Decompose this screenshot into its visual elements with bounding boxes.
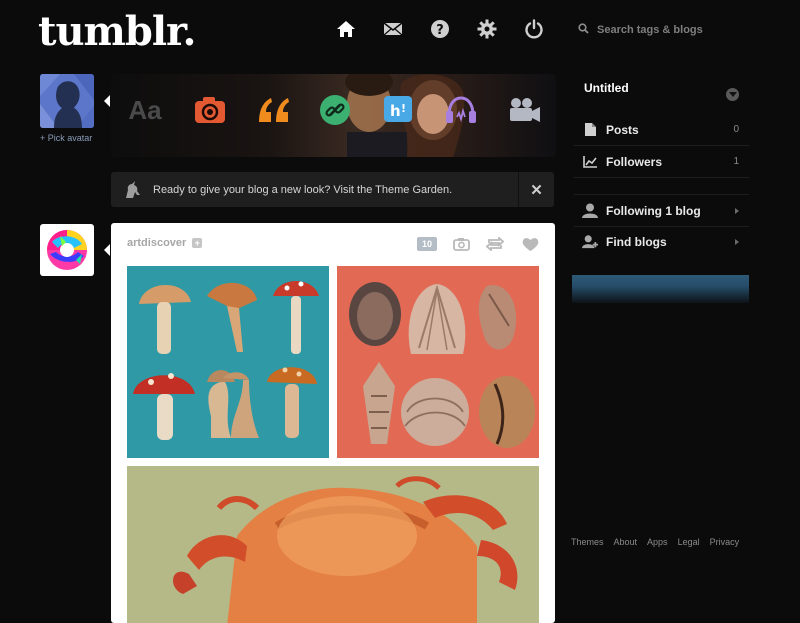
sidebar-item-following[interactable]: Following 1 blog (574, 194, 749, 227)
follow-button[interactable]: + (192, 238, 203, 248)
post-quote-button[interactable] (254, 90, 294, 130)
svg-text:?: ? (436, 23, 444, 38)
post-chat-button[interactable]: h! (378, 90, 418, 130)
chat-icon: h! (384, 96, 412, 122)
svg-text:h: h (390, 102, 401, 120)
footer-links: Themes About Apps Legal Privacy (571, 537, 749, 547)
followers-count: 1 (733, 156, 739, 167)
post-type-bar: Aa h! (111, 74, 556, 157)
video-camera-icon (510, 98, 540, 122)
search-input[interactable] (595, 23, 779, 37)
heart-icon[interactable] (521, 236, 539, 252)
post-photo-button[interactable] (190, 90, 230, 130)
notes-count[interactable]: 10 (417, 237, 437, 251)
post-pointer (104, 244, 110, 256)
sidebar-item-find-blogs[interactable]: Find blogs (574, 226, 749, 257)
document-icon (582, 123, 598, 136)
sidebar-item-label: Posts (606, 122, 639, 137)
photo-mushrooms[interactable] (127, 266, 329, 458)
sidebar-item-label: Find blogs (606, 234, 667, 249)
reblog-icon[interactable] (486, 236, 504, 252)
post-author-avatar[interactable] (40, 224, 94, 276)
link-icon (320, 95, 350, 125)
photo-crab[interactable] (127, 466, 539, 623)
mail-icon[interactable] (382, 18, 404, 40)
help-icon[interactable]: ? (429, 18, 451, 40)
sidebar-item-followers[interactable]: Followers 1 (574, 146, 749, 178)
footer-link-themes[interactable]: Themes (571, 537, 604, 547)
avatar-pointer (104, 95, 110, 107)
post-author-link[interactable]: artdiscover (127, 237, 186, 249)
footer-link-legal[interactable]: Legal (678, 537, 700, 547)
post-link-button[interactable] (315, 90, 355, 130)
sidebar-banner[interactable] (572, 275, 749, 303)
search-bar (578, 20, 788, 40)
footer-link-about[interactable]: About (614, 537, 638, 547)
chevron-down-icon[interactable] (726, 88, 739, 101)
quote-icon (259, 98, 289, 122)
power-icon[interactable] (523, 18, 545, 40)
unicorn-icon (123, 180, 143, 199)
chevron-right-icon (735, 238, 739, 245)
post-video-button[interactable] (504, 90, 544, 130)
svg-text:!: ! (401, 102, 406, 115)
blog-title[interactable]: Untitled (584, 81, 629, 95)
post-audio-button[interactable] (441, 90, 481, 130)
post-text-button[interactable]: Aa (125, 90, 165, 130)
sidebar-item-posts[interactable]: Posts 0 (574, 114, 749, 146)
search-icon (578, 23, 589, 37)
post-card: artdiscover + 10 (111, 223, 555, 623)
notice-text[interactable]: Ready to give your blog a new look? Visi… (153, 184, 452, 196)
camera-icon (195, 97, 225, 123)
close-notice-button[interactable]: ✕ (518, 172, 554, 207)
theme-garden-notice: Ready to give your blog a new look? Visi… (111, 172, 554, 207)
avatar[interactable] (40, 74, 94, 128)
posts-count: 0 (733, 124, 739, 135)
text-post-label: Aa (128, 94, 162, 125)
tumblr-logo[interactable]: tumblr. (38, 8, 196, 55)
home-icon[interactable] (335, 18, 357, 40)
headphones-icon (446, 96, 476, 123)
footer-link-privacy[interactable]: Privacy (710, 537, 740, 547)
post-header: artdiscover + (127, 237, 203, 249)
gear-icon[interactable] (476, 18, 498, 40)
sidebar-item-label: Following 1 blog (606, 203, 701, 218)
close-icon: ✕ (530, 181, 543, 199)
sidebar-item-label: Followers (606, 154, 663, 169)
footer-link-apps[interactable]: Apps (647, 537, 668, 547)
chevron-right-icon (735, 207, 739, 214)
camera-icon[interactable] (452, 236, 470, 252)
add-user-icon (582, 234, 598, 249)
pick-avatar-link[interactable]: + Pick avatar (40, 133, 92, 143)
photo-shells[interactable] (337, 266, 539, 458)
chart-icon (582, 155, 598, 168)
user-icon (582, 203, 598, 218)
